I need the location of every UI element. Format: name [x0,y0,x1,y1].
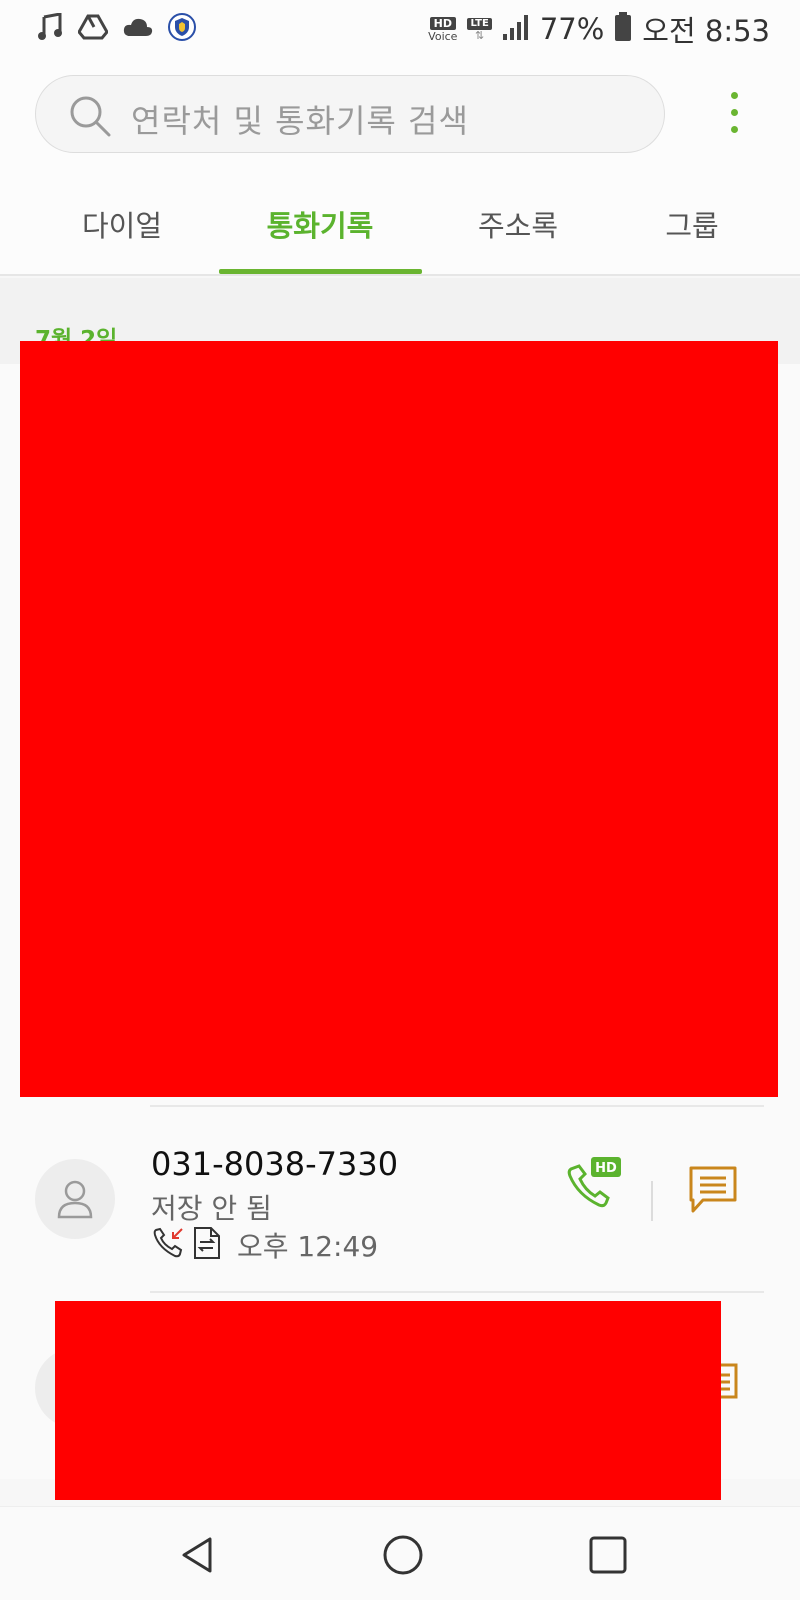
call-time: 오후 12:49 [237,1230,379,1263]
avatar[interactable] [35,1159,115,1239]
search-input[interactable]: 연락처 및 통화기록 검색 [35,75,665,153]
navigation-bar [0,1506,800,1600]
hd-call-icon: HD [567,1157,621,1208]
header: 연락처 및 통화기록 검색 다이얼 통화기록 주소록 그룹 [0,56,800,276]
search-placeholder: 연락처 및 통화기록 검색 [131,102,469,140]
person-icon [57,1180,93,1219]
battery-percent: 77% [539,12,605,46]
message-icon [689,1166,737,1213]
call-meta: 오후 12:49 [151,1225,378,1265]
tab-contacts[interactable]: 주소록 [458,196,578,266]
tab-call-log[interactable]: 통화기록 [240,196,400,266]
clock: 오전 8:53 [642,14,770,48]
battery-icon [614,12,632,46]
status-bar: HD Voice LTE ⇅ 77% 오전 8:53 [0,0,800,56]
home-icon[interactable] [381,1533,425,1577]
call-number: 031-8038-7330 [151,1145,399,1183]
hd-voice-indicator: HD Voice [428,16,458,43]
tab-bar: 다이얼 통화기록 주소록 그룹 [0,196,800,276]
search-icon [68,94,112,138]
row-divider [150,1291,764,1293]
signal-icon [502,13,530,45]
redaction-block [20,341,778,1097]
tabs-divider [0,274,800,276]
more-options-button[interactable] [716,92,752,142]
back-icon[interactable] [176,1533,220,1577]
music-note-icon [38,12,64,45]
tab-groups[interactable]: 그룹 [640,196,744,266]
hd-call-button[interactable]: HD [565,1157,625,1217]
lte-indicator: LTE ⇅ [467,17,492,41]
call-log-entry[interactable]: 031-8038-7330 저장 안 됨 오후 12:49 HD [0,1107,800,1291]
incoming-call-icon [151,1226,185,1264]
message-button[interactable] [688,1165,738,1215]
shield-app-icon [168,12,196,46]
svg-text:HD: HD [595,1161,617,1176]
cloud-icon [122,16,154,42]
contact-status: 저장 안 됨 [151,1192,272,1225]
recents-icon[interactable] [586,1533,630,1577]
action-separator [651,1181,653,1221]
tab-dial[interactable]: 다이얼 [62,196,182,266]
redaction-block [55,1301,721,1500]
drive-icon [77,14,109,44]
call-recording-icon [193,1226,221,1264]
